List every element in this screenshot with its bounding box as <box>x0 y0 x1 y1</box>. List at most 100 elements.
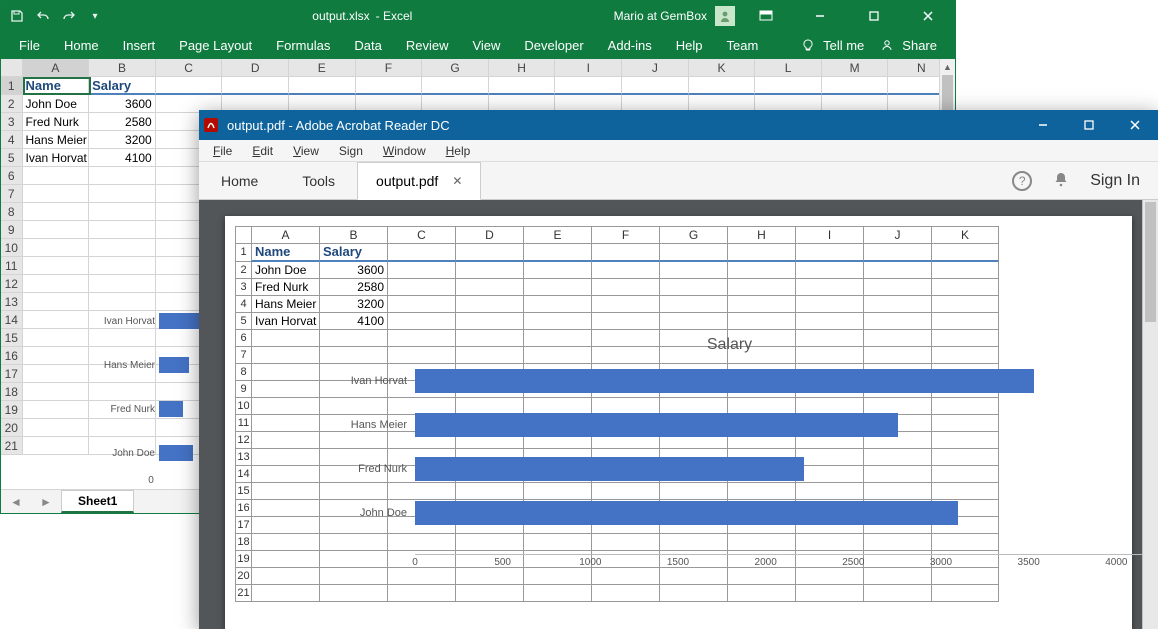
cell[interactable] <box>422 77 489 95</box>
row-header[interactable]: 4 <box>1 131 23 149</box>
cell[interactable]: 3200 <box>89 131 156 149</box>
col-header[interactable]: D <box>222 59 289 76</box>
tab-home[interactable]: Home <box>54 34 109 57</box>
cell[interactable] <box>23 437 90 455</box>
col-header[interactable]: I <box>555 59 622 76</box>
cell[interactable] <box>23 365 90 383</box>
row-header[interactable]: 3 <box>1 113 23 131</box>
col-header[interactable]: L <box>755 59 822 76</box>
cell[interactable] <box>23 167 90 185</box>
row-header[interactable]: 2 <box>1 95 23 113</box>
excel-embedded-chart[interactable]: Ivan Horvat Hans Meier Fred Nurk John Do… <box>101 299 201 491</box>
cell[interactable] <box>89 221 156 239</box>
row-header[interactable]: 17 <box>1 365 23 383</box>
cell[interactable]: 4100 <box>89 149 156 167</box>
sheet-next-icon[interactable]: ► <box>40 495 52 509</box>
menu-sign[interactable]: Sign <box>331 142 371 160</box>
help-icon[interactable]: ? <box>1012 171 1032 191</box>
col-header[interactable]: F <box>356 59 423 76</box>
row-header[interactable]: 6 <box>1 167 23 185</box>
cell[interactable] <box>23 203 90 221</box>
col-header[interactable]: G <box>422 59 489 76</box>
cell[interactable] <box>23 239 90 257</box>
col-header[interactable]: A <box>23 59 90 76</box>
menu-window[interactable]: Window <box>375 142 434 160</box>
cell[interactable] <box>89 167 156 185</box>
tab-data[interactable]: Data <box>344 34 391 57</box>
redo-icon[interactable] <box>61 8 77 24</box>
tab-insert[interactable]: Insert <box>113 34 166 57</box>
scrollbar-thumb[interactable] <box>1145 202 1156 322</box>
select-all-corner[interactable] <box>1 59 23 76</box>
tab-team[interactable]: Team <box>717 34 769 57</box>
cell[interactable] <box>89 185 156 203</box>
col-header[interactable]: C <box>156 59 223 76</box>
cell[interactable] <box>622 77 689 95</box>
cell[interactable] <box>755 77 822 95</box>
cell[interactable]: Salary <box>89 77 156 95</box>
cell[interactable]: Ivan Horvat <box>23 149 90 167</box>
col-header[interactable]: K <box>689 59 756 76</box>
qat-more-icon[interactable]: ▾ <box>87 8 103 24</box>
row-header[interactable]: 5 <box>1 149 23 167</box>
cell[interactable] <box>289 77 356 95</box>
cell[interactable] <box>23 419 90 437</box>
scroll-up-icon[interactable]: ▲ <box>940 59 955 75</box>
tab-formulas[interactable]: Formulas <box>266 34 340 57</box>
tab-developer[interactable]: Developer <box>514 34 593 57</box>
pdf-page[interactable]: A B C D E F G H I J K 1NameSalary2John D… <box>225 216 1132 629</box>
save-icon[interactable] <box>9 8 25 24</box>
tell-me[interactable]: Tell me <box>821 34 874 57</box>
row-header[interactable]: 19 <box>1 401 23 419</box>
col-header[interactable]: J <box>622 59 689 76</box>
row-header[interactable]: 1 <box>1 77 23 95</box>
cell[interactable]: 3600 <box>89 95 156 113</box>
tab-addins[interactable]: Add-ins <box>598 34 662 57</box>
row-header[interactable]: 21 <box>1 437 23 455</box>
row-header[interactable]: 12 <box>1 275 23 293</box>
cell[interactable] <box>23 257 90 275</box>
cell[interactable]: Hans Meier <box>23 131 90 149</box>
cell[interactable] <box>689 77 756 95</box>
tab-page-layout[interactable]: Page Layout <box>169 34 262 57</box>
share-button[interactable]: Share <box>900 34 947 57</box>
user-name[interactable]: Mario at GemBox <box>614 9 707 23</box>
acrobat-tools[interactable]: Tools <box>280 162 357 199</box>
col-header[interactable]: H <box>489 59 556 76</box>
sheet-tab[interactable]: Sheet1 <box>61 490 134 513</box>
close-icon[interactable] <box>905 1 951 31</box>
ribbon-display-icon[interactable] <box>743 1 789 31</box>
cell[interactable]: Name <box>23 77 90 95</box>
vertical-scrollbar[interactable] <box>1142 200 1158 629</box>
col-header[interactable]: B <box>89 59 156 76</box>
menu-help[interactable]: Help <box>438 142 479 160</box>
row-header[interactable]: 14 <box>1 311 23 329</box>
col-header[interactable]: M <box>822 59 889 76</box>
cell[interactable] <box>356 77 423 95</box>
cell[interactable] <box>23 383 90 401</box>
row-header[interactable]: 7 <box>1 185 23 203</box>
cell[interactable] <box>23 311 90 329</box>
close-icon[interactable] <box>1112 110 1158 140</box>
maximize-icon[interactable] <box>1066 110 1112 140</box>
row-header[interactable]: 10 <box>1 239 23 257</box>
cell[interactable] <box>89 239 156 257</box>
scrollbar-thumb[interactable] <box>942 75 953 115</box>
col-header[interactable]: E <box>289 59 356 76</box>
tab-file[interactable]: File <box>9 34 50 57</box>
cell[interactable] <box>23 185 90 203</box>
notifications-icon[interactable] <box>1052 170 1070 191</box>
tab-review[interactable]: Review <box>396 34 459 57</box>
cell[interactable] <box>156 77 223 95</box>
cell[interactable] <box>489 77 556 95</box>
acrobat-document-tab[interactable]: output.pdf ✕ <box>357 162 481 200</box>
sign-in-button[interactable]: Sign In <box>1090 172 1140 190</box>
cell[interactable] <box>23 329 90 347</box>
row-header[interactable]: 9 <box>1 221 23 239</box>
maximize-icon[interactable] <box>851 1 897 31</box>
cell[interactable] <box>23 275 90 293</box>
row-header[interactable]: 13 <box>1 293 23 311</box>
cell[interactable] <box>23 347 90 365</box>
cell[interactable]: Fred Nurk <box>23 113 90 131</box>
row-header[interactable]: 16 <box>1 347 23 365</box>
